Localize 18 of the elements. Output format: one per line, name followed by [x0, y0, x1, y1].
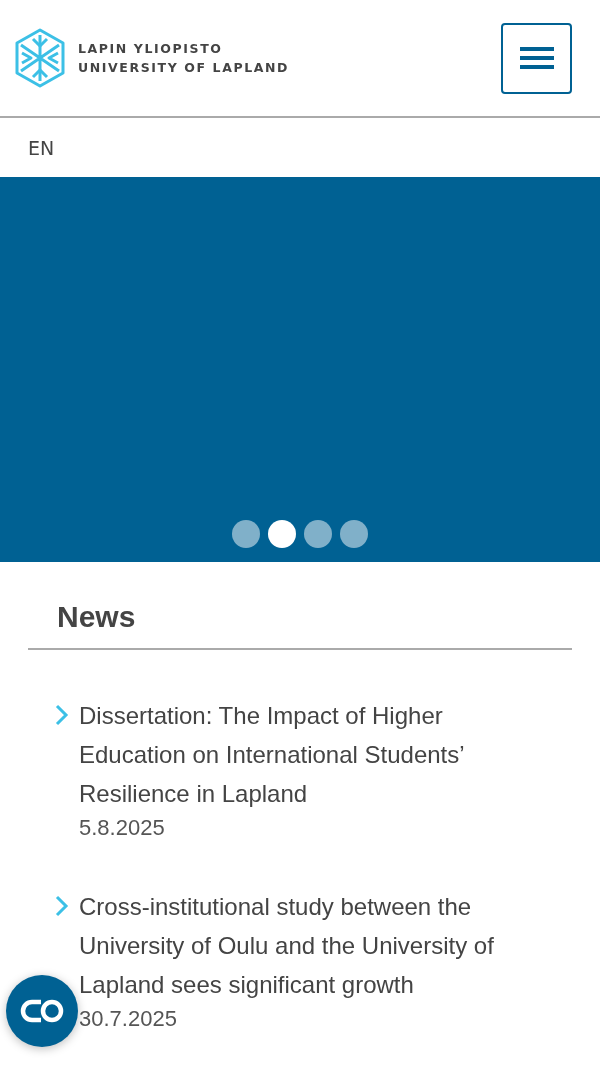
chevron-right-icon — [55, 704, 69, 726]
menu-button[interactable] — [501, 22, 572, 94]
language-link[interactable]: EN — [28, 136, 55, 159]
menu-icon — [519, 46, 554, 70]
carousel-dot[interactable] — [268, 520, 296, 548]
news-link[interactable]: Cross-institutional study between the University of Oulu and the University of Lapland sees significant growth — [79, 887, 529, 1004]
carousel-dot[interactable] — [304, 520, 332, 548]
accessibility-button[interactable] — [6, 975, 78, 1047]
carousel-dot[interactable] — [340, 520, 368, 548]
logo-text: UNIVERSITY OF LAPLAND — [78, 60, 290, 75]
chevron-right-icon — [55, 895, 69, 917]
carousel-dot[interactable] — [232, 520, 260, 548]
logo-text: LAPIN YLIOPISTO — [78, 41, 224, 56]
section-title: News — [28, 600, 572, 650]
news-link[interactable]: Dissertation: The Impact of Higher Education on International Students’ Resilience in Lapland — [79, 696, 529, 813]
toggle-icon — [19, 998, 65, 1024]
news-date: 30.7.2025 — [79, 1006, 178, 1032]
news-date: 5.8.2025 — [79, 815, 166, 841]
